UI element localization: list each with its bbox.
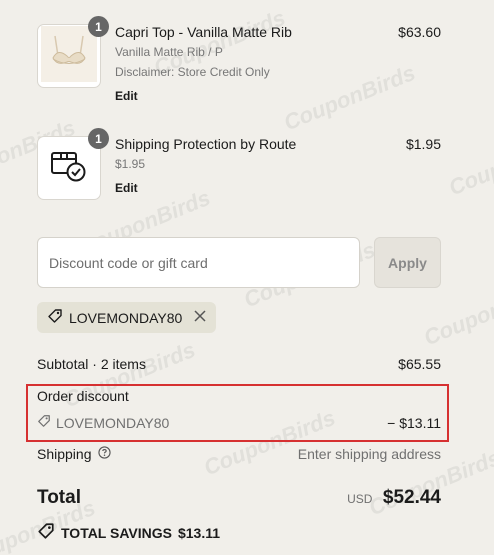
bra-image-icon — [41, 25, 97, 87]
line-item-capri-top: 1 Capri Top - Vanilla Matte Rib Vanilla … — [37, 16, 441, 114]
tag-icon — [47, 308, 63, 327]
discount-code-text: LOVEMONDAY80 — [56, 414, 170, 431]
discount-form: Apply — [37, 237, 441, 288]
total-amount: $52.44 — [382, 487, 441, 508]
apply-button[interactable]: Apply — [374, 237, 441, 288]
item-info: Capri Top - Vanilla Matte Rib Vanilla Ma… — [115, 24, 292, 104]
tag-icon — [37, 414, 51, 431]
item-price: $1.95 — [405, 136, 441, 152]
quantity-badge: 1 — [88, 128, 109, 149]
edit-link[interactable]: Edit — [115, 181, 296, 196]
help-icon[interactable] — [97, 446, 111, 462]
line-item-shipping-protection: 1 Shipping Protection by Route $1.95 Edi… — [37, 128, 441, 206]
product-thumbnail[interactable]: 1 — [37, 128, 109, 200]
remove-discount-icon[interactable] — [194, 309, 206, 326]
item-name: Capri Top - Vanilla Matte Rib — [115, 24, 292, 40]
savings-value: $13.11 — [177, 524, 221, 541]
item-price: $63.60 — [398, 24, 441, 40]
subtotal-value: $65.55 — [398, 356, 441, 372]
item-info: Shipping Protection by Route $1.95 Edit — [115, 136, 296, 196]
item-variant: Vanilla Matte Rib / P — [115, 45, 223, 59]
currency-label: USD — [347, 492, 373, 506]
shipping-label-group: Shipping — [37, 446, 111, 462]
total-amount-group: USD $52.44 — [347, 487, 441, 509]
savings-label: TOTAL SAVINGS — [61, 524, 172, 541]
watermark: CouponBirds — [445, 124, 494, 201]
total-savings: TOTAL SAVINGS $13.11 — [37, 522, 220, 543]
subtotal-row: Subtotal · 2 items $65.55 — [37, 356, 441, 372]
subtotal-label: Subtotal · 2 items — [37, 356, 146, 372]
applied-discount-chip: LOVEMONDAY80 — [37, 302, 217, 333]
edit-link[interactable]: Edit — [115, 89, 292, 104]
order-discount-label-row: Order discount — [37, 388, 441, 404]
quantity-badge: 1 — [88, 16, 109, 37]
discount-code-input[interactable] — [37, 237, 360, 288]
discount-code-group: LOVEMONDAY80 — [37, 414, 169, 431]
order-discount-row: LOVEMONDAY80 − $13.11 — [37, 414, 441, 431]
tag-icon — [37, 522, 55, 543]
total-row: Total USD $52.44 — [37, 487, 441, 509]
item-name: Shipping Protection by Route — [115, 136, 297, 152]
item-note: Disclaimer: Store Credit Only — [115, 65, 270, 79]
discount-code-label: LOVEMONDAY80 — [69, 309, 183, 326]
package-check-icon — [49, 148, 89, 189]
shipping-label: Shipping — [37, 446, 92, 462]
product-thumbnail[interactable]: 1 — [37, 16, 109, 88]
total-label: Total — [37, 487, 81, 508]
shipping-value: Enter shipping address — [297, 446, 441, 462]
order-discount-label: Order discount — [37, 388, 129, 404]
shipping-row: Shipping Enter shipping address — [37, 446, 441, 462]
item-price-small: $1.95 — [115, 157, 146, 171]
discount-value: − $13.11 — [387, 414, 441, 431]
